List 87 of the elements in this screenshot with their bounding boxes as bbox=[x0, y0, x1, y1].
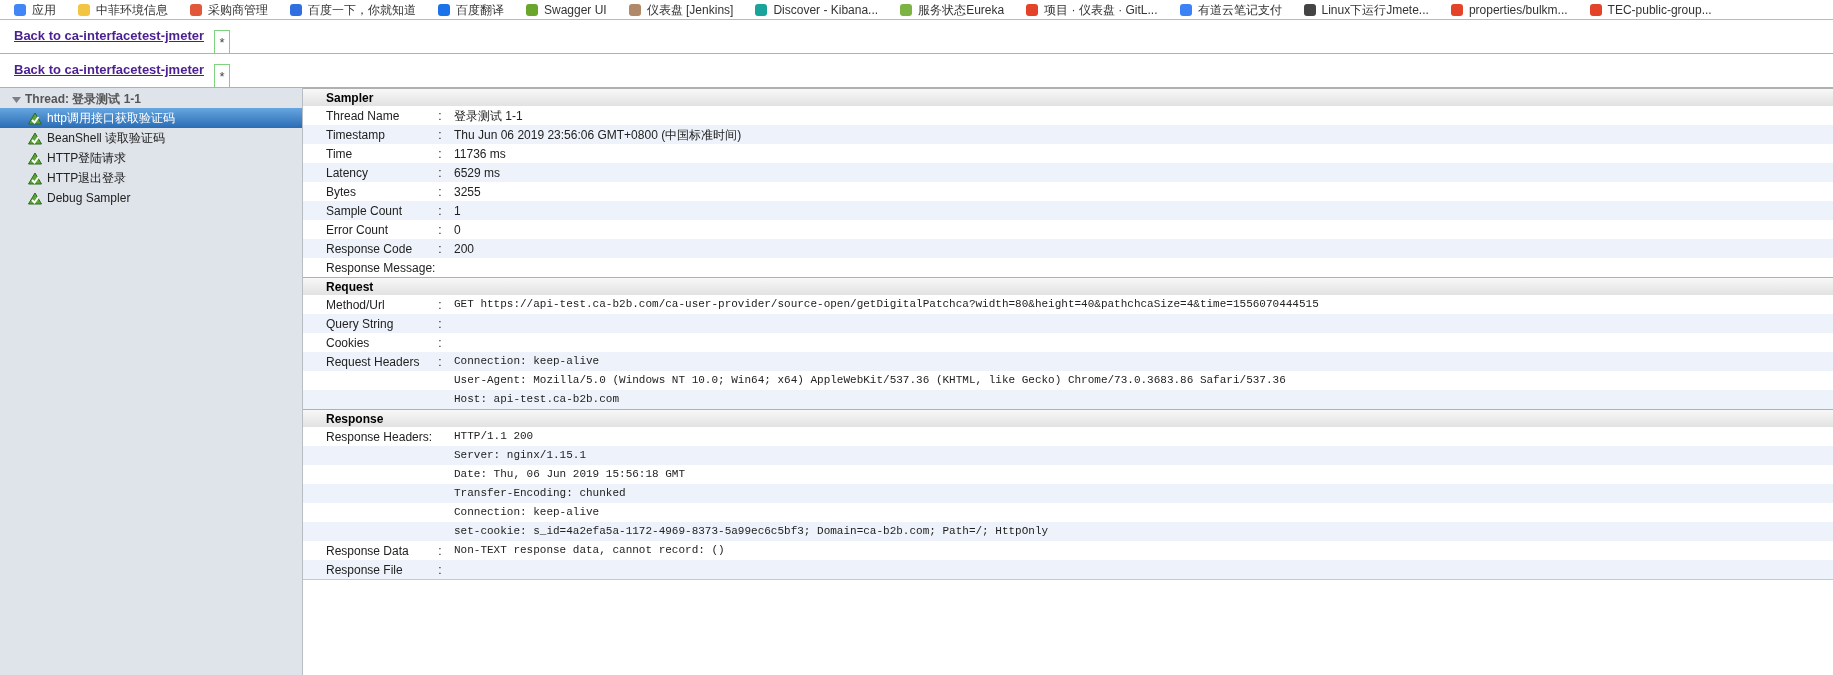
row-label: Response Headers: bbox=[325, 428, 432, 446]
row-value: Host: api-test.ca-b2b.com bbox=[453, 392, 620, 408]
bookmark-link[interactable]: TEC-public-group... bbox=[1607, 2, 1712, 17]
bookmark-link[interactable]: 百度一下，你就知道 bbox=[308, 2, 416, 17]
row-value: Date: Thu, 06 Jun 2019 15:56:18 GMT bbox=[453, 467, 686, 483]
row-value: 11736 ms bbox=[453, 145, 506, 163]
colon: : bbox=[437, 221, 443, 239]
colon: : bbox=[437, 202, 443, 220]
bookmark-link[interactable]: 百度翻译 bbox=[456, 2, 504, 17]
bookmark-icon[interactable] bbox=[1589, 3, 1602, 16]
bookmark-link[interactable]: properties/bulkm... bbox=[1468, 2, 1568, 17]
check-triangle-icon bbox=[28, 131, 42, 145]
tree-item[interactable]: Debug Sampler bbox=[0, 188, 302, 208]
row-label: Request Headers bbox=[325, 353, 421, 371]
row-value: 200 bbox=[453, 240, 475, 258]
row-value: HTTP/1.1 200 bbox=[453, 429, 534, 445]
row-value: GET https://api-test.ca-b2b.com/ca-user-provider/source-open/getDigitalPatchca?width=80&height=40&pathchcaSize=4&time=1556070444515 bbox=[453, 297, 1319, 313]
expand-triangle-icon[interactable] bbox=[12, 94, 21, 104]
row-value: 6529 ms bbox=[453, 164, 501, 182]
check-triangle-icon bbox=[28, 191, 42, 205]
bookmark-icon[interactable] bbox=[1026, 3, 1039, 16]
colon: : bbox=[437, 315, 443, 333]
section-header: Response bbox=[303, 409, 1833, 427]
row-value: Server: nginx/1.15.1 bbox=[453, 448, 587, 464]
bookmark-link[interactable]: 项目 · 仪表盘 · GitL... bbox=[1044, 2, 1158, 17]
row-label: Response Code bbox=[325, 240, 414, 258]
row-value: Non-TEXT response data, cannot record: () bbox=[453, 543, 725, 559]
row-value: Connection: keep-alive bbox=[453, 505, 600, 521]
row-label: Sample Count bbox=[325, 202, 404, 220]
section-header: Request bbox=[303, 277, 1833, 295]
row-label: Response Data bbox=[325, 542, 410, 560]
row-value: Transfer-Encoding: chunked bbox=[453, 486, 626, 502]
back-link[interactable]: Back to ca-interfacetest-jmeter bbox=[14, 60, 205, 80]
bookmark-link[interactable]: 服务状态Eureka bbox=[918, 2, 1005, 17]
bookmark-link[interactable]: Linux下运行Jmete... bbox=[1321, 2, 1429, 17]
bookmark-link[interactable]: 应用 bbox=[32, 2, 56, 17]
colon: : bbox=[437, 296, 443, 314]
bookmark-icon[interactable] bbox=[438, 3, 450, 16]
bookmark-link[interactable]: Swagger UI bbox=[544, 2, 607, 17]
colon: : bbox=[437, 542, 443, 560]
tree-item[interactable]: HTTP退出登录 bbox=[0, 168, 302, 188]
row-value: Connection: keep-alive bbox=[453, 354, 600, 370]
colon: : bbox=[437, 164, 443, 182]
section-header: Sampler bbox=[303, 88, 1833, 106]
check-triangle-icon bbox=[28, 111, 42, 125]
row-label: Bytes bbox=[325, 183, 357, 201]
check-triangle-icon bbox=[28, 171, 42, 185]
row-label: Timestamp bbox=[325, 126, 386, 144]
tree-item[interactable]: http调用接口获取验证码 bbox=[0, 108, 302, 128]
bookmark-icon[interactable] bbox=[290, 3, 302, 16]
colon: : bbox=[437, 126, 443, 144]
row-value: 登录测试 1-1 bbox=[453, 107, 523, 125]
row-value: 1 bbox=[453, 202, 461, 220]
row-value: User-Agent: Mozilla/5.0 (Windows NT 10.0; Win64; x64) AppleWebKit/537.36 (KHTML, like Gecko) Chrome/73.0.3683.86 Safari/537.36 bbox=[453, 373, 1286, 389]
colon: : bbox=[437, 353, 443, 371]
row-label: Thread Name bbox=[325, 107, 401, 125]
row-value: 0 bbox=[453, 221, 461, 239]
asterisk-badge: * bbox=[214, 64, 231, 87]
row-label: Cookies bbox=[325, 334, 371, 352]
asterisk-badge: * bbox=[214, 30, 231, 53]
colon: : bbox=[437, 240, 443, 258]
bookmark-link[interactable]: 采购商管理 bbox=[208, 2, 268, 17]
row-label: Error Count bbox=[325, 221, 390, 239]
colon: : bbox=[437, 145, 443, 163]
row-value: Thu Jun 06 2019 23:56:06 GMT+0800 (中国标准时间) bbox=[453, 126, 742, 144]
bookmark-link[interactable]: 有道云笔记支付 bbox=[1197, 2, 1282, 17]
row-label: Query String bbox=[325, 315, 395, 333]
tree-node-label[interactable]: Thread: 登录测试 1-1 bbox=[25, 90, 141, 108]
bookmark-link[interactable]: Discover - Kibana... bbox=[773, 2, 879, 17]
bookmark-icon[interactable] bbox=[1303, 3, 1316, 16]
colon: : bbox=[437, 107, 443, 125]
row-value: 3255 bbox=[453, 183, 481, 201]
back-link[interactable]: Back to ca-interfacetest-jmeter bbox=[14, 26, 205, 46]
tree-item[interactable]: BeanShell 读取验证码 bbox=[0, 128, 302, 148]
bookmark-icon[interactable] bbox=[1450, 3, 1463, 16]
colon: : bbox=[437, 334, 443, 352]
colon: : bbox=[437, 561, 443, 579]
bookmark-link[interactable]: 中菲环境信息 bbox=[96, 2, 168, 17]
row-label: Response File bbox=[325, 561, 404, 579]
row-label: Latency bbox=[325, 164, 370, 182]
colon: : bbox=[437, 183, 443, 201]
bookmark-link[interactable]: 仪表盘 [Jenkins] bbox=[646, 2, 734, 17]
row-label: Method/Url bbox=[325, 296, 386, 314]
row-label: Time bbox=[325, 145, 354, 163]
check-triangle-icon bbox=[28, 151, 42, 165]
tree-item[interactable]: HTTP登陆请求 bbox=[0, 148, 302, 168]
row-value: set-cookie: s_id=4a2efa5a-1172-4969-8373-5a99ec6c5bf3; Domain=ca-b2b.com; Path=/; HttpOnly bbox=[453, 524, 1049, 540]
